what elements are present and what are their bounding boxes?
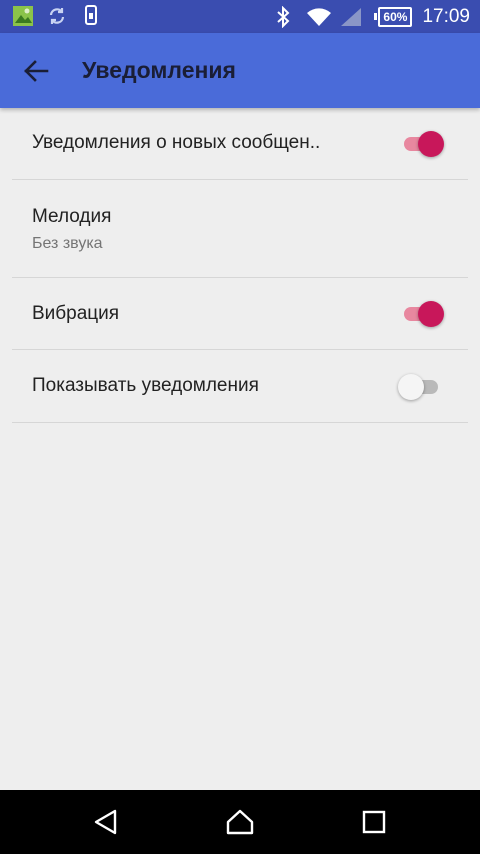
- setting-title: Вибрация: [32, 303, 120, 324]
- status-bar: 60% 17:09: [0, 0, 480, 33]
- signal-icon: [340, 7, 362, 27]
- vibration-switch[interactable]: [398, 300, 444, 328]
- status-left-icons: [12, 5, 114, 27]
- clock: 17:09: [422, 5, 470, 27]
- nav-back-button[interactable]: [86, 804, 126, 840]
- nav-recents-button[interactable]: [354, 804, 394, 840]
- divider: [12, 422, 468, 423]
- settings-list: Уведомления о новых сообщен.. Мелодия Бе…: [0, 108, 480, 423]
- image-icon: [12, 5, 34, 27]
- arrow-left-icon: [23, 60, 49, 82]
- phone-transfer-icon: [80, 5, 102, 27]
- battery-text: 60%: [378, 6, 413, 27]
- switch-thumb: [418, 301, 444, 327]
- app-bar: Уведомления: [0, 33, 480, 108]
- bluetooth-icon: [276, 5, 290, 28]
- recents-square-icon: [362, 810, 386, 834]
- home-icon: [225, 808, 255, 836]
- switch-thumb: [418, 131, 444, 157]
- new-message-notifications-switch[interactable]: [398, 130, 444, 158]
- battery-icon: 60%: [374, 6, 413, 27]
- setting-title: Мелодия: [32, 206, 112, 227]
- status-right-icons: 60% 17:09: [266, 0, 470, 33]
- show-notifications-switch[interactable]: [398, 373, 444, 401]
- navigation-bar: [0, 790, 480, 854]
- setting-show-notifications[interactable]: Показывать уведомления: [0, 350, 480, 423]
- switch-thumb: [398, 374, 424, 400]
- back-triangle-icon: [93, 808, 119, 836]
- screen: 60% 17:09 Уведомления Уведомления о новы…: [0, 0, 480, 854]
- setting-ringtone[interactable]: Мелодия Без звука: [0, 180, 480, 278]
- setting-vibration[interactable]: Вибрация: [0, 278, 480, 350]
- setting-title: Показывать уведомления: [32, 375, 259, 396]
- setting-title: Уведомления о новых сообщен..: [32, 132, 321, 153]
- setting-summary: Без звука: [32, 235, 103, 252]
- sync-icon: [46, 5, 68, 27]
- setting-new-message-notifications[interactable]: Уведомления о новых сообщен..: [0, 108, 480, 180]
- page-title: Уведомления: [82, 57, 236, 83]
- nav-home-button[interactable]: [220, 804, 260, 840]
- back-button[interactable]: [14, 52, 58, 90]
- wifi-icon: [306, 7, 332, 27]
